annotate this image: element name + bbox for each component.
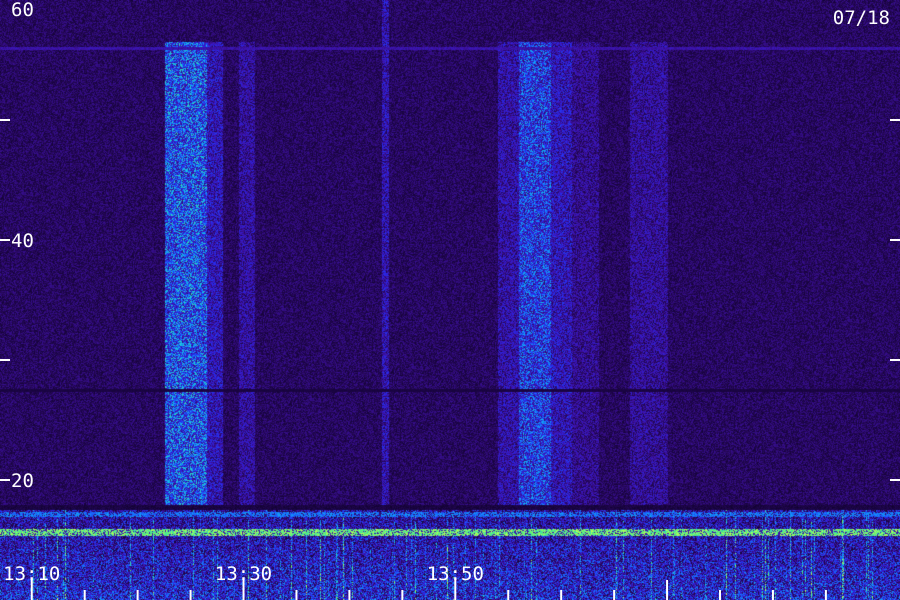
x-axis-labels: 13:10 13:30 13:50 [3, 563, 484, 585]
y-axis-ticks-right [890, 119, 900, 481]
y-axis-labels: 60 40 20 [11, 0, 34, 492]
axes-overlay: 60 40 20 13:10 13:30 13:50 07/18 [0, 0, 900, 600]
y-axis-ticks-left [0, 119, 10, 481]
y-tick-label: 60 [11, 0, 34, 21]
date-label: 07/18 [833, 7, 890, 29]
x-tick-label: 13:30 [215, 563, 272, 585]
x-tick-label: 13:50 [427, 563, 484, 585]
y-tick-label: 20 [11, 470, 34, 492]
x-tick-label: 13:10 [3, 563, 60, 585]
y-tick-label: 40 [11, 230, 34, 252]
